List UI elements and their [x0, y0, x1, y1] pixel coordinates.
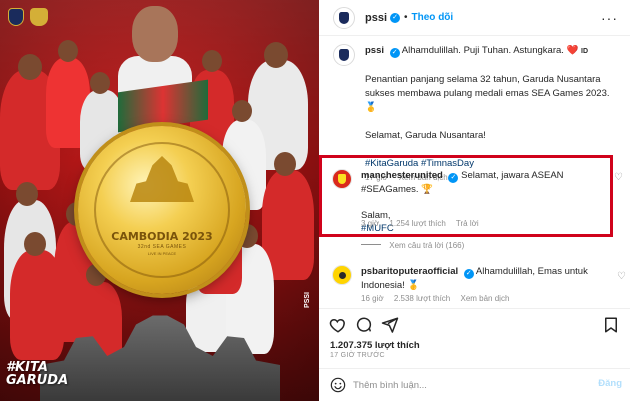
view-replies-label: Xem câu trả lời (166): [389, 241, 465, 250]
caption-line1: Alhamdulillah. Puji Tuhan. Astungkara. ❤…: [401, 45, 579, 56]
caption-line1-suffix: ID: [581, 48, 589, 55]
save-bookmark-icon[interactable]: [602, 316, 620, 334]
commenter-username[interactable]: manchesterunited: [361, 170, 443, 181]
emoji-smile-icon[interactable]: [330, 377, 346, 393]
separator-dot: •: [404, 12, 408, 23]
translate-link[interactable]: Xem bản dịch: [460, 294, 509, 303]
like-comment-heart-icon[interactable]: ♡: [617, 271, 626, 282]
author-username[interactable]: pssi: [365, 12, 387, 24]
post-panel: pssi ✓ • Theo dõi ··· pssi ✓ Alhamdulill…: [319, 0, 630, 401]
comment-likes[interactable]: 2.538 lượt thích: [394, 294, 450, 303]
player-head: [202, 50, 222, 72]
instagram-post-view: CAMBODIA 2023 32nd SEA GAMES LIVE IN PEA…: [0, 0, 630, 401]
medal-motto: LIVE IN PEACE: [147, 251, 177, 256]
player-head: [24, 232, 46, 256]
comment-time: 3 giờ: [361, 219, 380, 228]
view-replies-button[interactable]: Xem câu trả lời (166): [361, 241, 464, 250]
player-head: [264, 42, 288, 68]
garuda-logo: [30, 8, 48, 26]
comment-likes[interactable]: 1.254 lượt thích: [389, 219, 445, 228]
comment-input[interactable]: [353, 378, 573, 392]
gold-medal: CAMBODIA 2023 32nd SEA GAMES LIVE IN PEA…: [78, 126, 246, 294]
poster-hashtag: #KITA GARUDA: [6, 360, 69, 388]
share-paper-plane-icon[interactable]: [381, 316, 399, 334]
commenter-avatar[interactable]: [332, 265, 352, 285]
player-head: [18, 54, 42, 80]
player-head: [58, 40, 78, 62]
player-head: [274, 152, 296, 176]
medal-subtitle: 32nd SEA GAMES: [137, 244, 187, 250]
post-image[interactable]: CAMBODIA 2023 32nd SEA GAMES LIVE IN PEA…: [0, 0, 319, 401]
medal-title: CAMBODIA 2023: [111, 230, 213, 243]
verified-badge-icon: ✓: [463, 269, 474, 279]
caption-avatar[interactable]: [333, 44, 355, 66]
caption-paragraph: Penantian panjang selama 32 tahun, Garud…: [365, 74, 610, 113]
player-head: [16, 182, 38, 206]
post-header: pssi ✓ • Theo dõi ···: [319, 0, 630, 36]
coach-face: [132, 6, 178, 62]
comment-meta: 16 giờ 2.538 lượt thích Xem bản dịch: [361, 294, 517, 303]
more-options-icon[interactable]: ···: [601, 10, 618, 26]
follow-button[interactable]: Theo dõi: [412, 12, 454, 23]
comment-bar: Đăng: [319, 368, 630, 401]
action-bar: [319, 308, 630, 338]
coach-figure: [118, 4, 192, 96]
commenter-avatar[interactable]: [332, 169, 352, 189]
reply-button[interactable]: Trả lời: [456, 219, 479, 228]
caption-congrats: Selamat, Garuda Nusantara!: [365, 130, 486, 141]
post-comment-button[interactable]: Đăng: [598, 378, 622, 389]
pssi-logo: [8, 8, 24, 26]
caption-username[interactable]: pssi: [365, 45, 384, 56]
reply-divider: [361, 244, 381, 245]
verified-badge-icon: ✓: [448, 173, 459, 183]
comment-manchesterunited: manchesterunited ✓ Selamat, jawara ASEAN…: [319, 155, 630, 237]
post-age: 17 GIỜ TRƯỚC: [330, 352, 385, 359]
likes-count[interactable]: 1.207.375 lượt thích: [330, 340, 420, 351]
verified-badge-icon: ✓: [389, 48, 400, 58]
author-avatar[interactable]: [333, 6, 355, 29]
comment-time: 16 giờ: [361, 294, 384, 303]
comment-meta: 3 giờ 1.254 lượt thích Trả lời: [361, 219, 487, 228]
verified-badge-icon: ✓: [390, 12, 401, 23]
comment-bubble-icon[interactable]: [355, 316, 373, 334]
commenter-username[interactable]: psbaritoputeraofficial: [361, 266, 458, 277]
comment-text: psbaritoputeraofficial ✓ Alhamdulillah, …: [361, 265, 611, 292]
caption-text: pssi ✓ Alhamdulillah. Puji Tuhan. Astung…: [365, 44, 623, 171]
like-heart-icon[interactable]: [329, 316, 347, 334]
player-head: [90, 72, 110, 94]
player-head: [232, 100, 252, 122]
poster-brand: PSSI: [304, 292, 311, 308]
like-comment-heart-icon[interactable]: ♡: [614, 172, 626, 183]
